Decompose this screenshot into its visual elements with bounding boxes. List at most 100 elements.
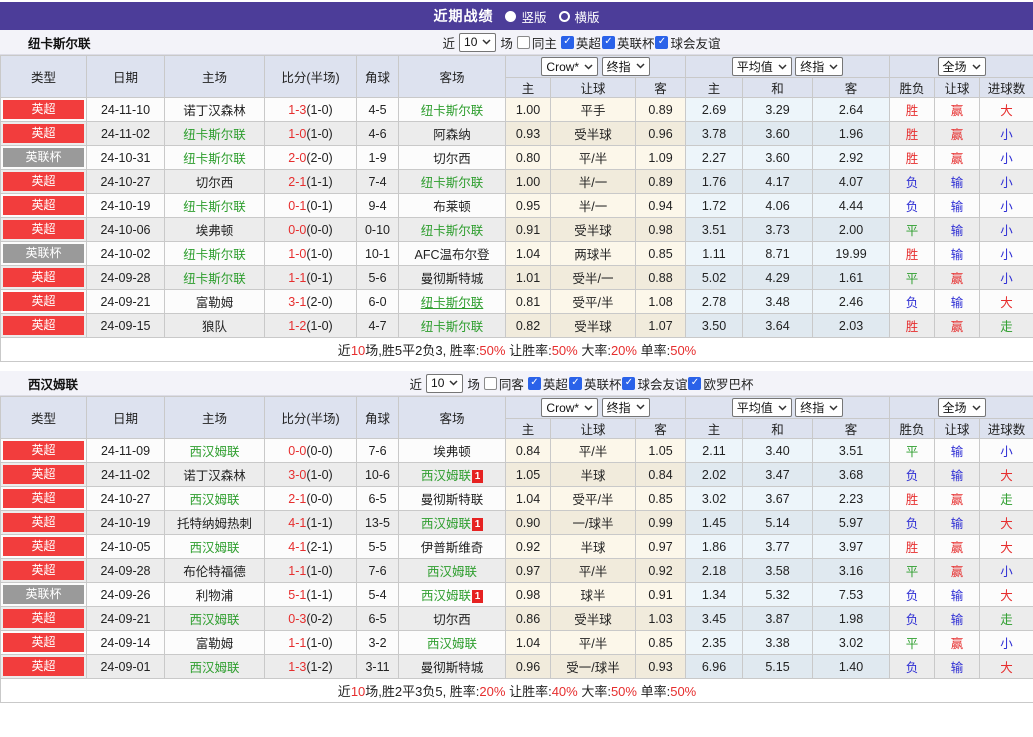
average-select[interactable]: 平均值	[731, 398, 792, 417]
score-cell: 3-1(2-0)	[264, 289, 357, 314]
competition-checkbox[interactable]: ✓ 球会友谊	[655, 33, 720, 52]
team-link[interactable]: 西汉姆联	[189, 541, 239, 555]
team-link[interactable]: 西汉姆联	[421, 589, 471, 603]
team-link[interactable]: 利物浦	[196, 589, 234, 603]
goals-result-cell: 小	[979, 630, 1033, 655]
competition-checkbox[interactable]: ✓ 英联杯	[568, 374, 621, 393]
handicap-result-cell: 赢	[934, 121, 981, 146]
halftime-score: (1-0)	[306, 467, 333, 482]
team-link[interactable]: 切尔西	[433, 152, 471, 166]
team-link[interactable]: 西汉姆联	[189, 661, 239, 675]
average-time-select[interactable]: 终指	[795, 398, 844, 417]
goals-result-cell: 大	[979, 462, 1033, 487]
odds-time-select[interactable]: 终指	[601, 56, 650, 76]
team-link[interactable]: 纽卡斯尔联	[421, 296, 484, 310]
same-venue-checkbox[interactable]: 同主	[516, 33, 557, 52]
team-link[interactable]: 西汉姆联	[189, 613, 239, 627]
team-link[interactable]: 布伦特福德	[183, 565, 246, 579]
layout-radio-vertical[interactable]: 竖版	[505, 7, 547, 26]
team-link[interactable]: 西汉姆联	[189, 445, 239, 459]
same-venue-checkbox[interactable]: 同客	[483, 374, 524, 393]
competition-checkbox[interactable]: ✓ 英超	[527, 374, 568, 393]
team-cell-content: 纽卡斯尔联	[421, 104, 484, 118]
team-link[interactable]: 切尔西	[433, 613, 471, 627]
team-link[interactable]: AFC温布尔登	[414, 248, 489, 262]
team-link[interactable]: 纽卡斯尔联	[421, 104, 484, 118]
league-badge: 英超	[3, 513, 84, 532]
odds-time-select-value: 终指	[606, 59, 631, 74]
odds-home-cell: 0.81	[505, 289, 551, 314]
team-link[interactable]: 曼彻斯特联	[421, 493, 484, 507]
odds-time-select[interactable]: 终指	[601, 397, 650, 417]
outcome-cell: 胜	[889, 145, 936, 170]
bookmaker-select[interactable]: Crow*	[541, 398, 599, 418]
team-link[interactable]: 诺丁汉森林	[183, 469, 246, 483]
summary-segment: 单率:	[636, 343, 671, 358]
match-scope-select[interactable]: 全场	[937, 398, 986, 417]
team-link[interactable]: 纽卡斯尔联	[183, 272, 246, 286]
team-link[interactable]: 曼彻斯特城	[421, 272, 484, 286]
match-count-select[interactable]: 10	[426, 373, 464, 393]
corner-cell: 7-4	[356, 169, 399, 194]
average-select[interactable]: 平均值	[731, 57, 792, 76]
team-link[interactable]: 纽卡斯尔联	[183, 128, 246, 142]
team-link[interactable]: 西汉姆联	[421, 517, 471, 531]
league-badge: 英超	[3, 292, 84, 311]
match-row: 英超 24-10-27 西汉姆联 2-1(0-0) 6-5 曼彻斯特联 1.04 受平/半 0.…	[0, 486, 1033, 511]
team-link[interactable]: 纽卡斯尔联	[183, 200, 246, 214]
odds-away-cell: 1.09	[635, 145, 686, 170]
team-link[interactable]: 曼彻斯特城	[421, 661, 484, 675]
section-team-name: 纽卡斯尔联	[28, 36, 91, 51]
team-link[interactable]: 纽卡斯尔联	[183, 248, 246, 262]
fulltime-score: 2-0	[288, 150, 307, 165]
team-link[interactable]: 西汉姆联	[427, 565, 477, 579]
home-team-cell: 纽卡斯尔联	[164, 265, 265, 290]
team-link[interactable]: 纽卡斯尔联	[421, 224, 484, 238]
odds-home-cell: 1.04	[505, 241, 551, 266]
handicap-result-cell: 赢	[934, 558, 981, 583]
team-link[interactable]: 富勒姆	[196, 637, 234, 651]
team-link[interactable]: 阿森纳	[433, 128, 471, 142]
team-link[interactable]: 狼队	[202, 320, 227, 334]
team-link[interactable]: 切尔西	[196, 176, 234, 190]
competition-checkbox[interactable]: ✓ 球会友谊	[622, 374, 687, 393]
match-count-select[interactable]: 10	[459, 32, 497, 52]
team-link[interactable]: 纽卡斯尔联	[421, 320, 484, 334]
team-link[interactable]: 富勒姆	[196, 296, 234, 310]
away-team-cell: 西汉姆联 1	[398, 510, 506, 535]
goals-result-cell: 大	[979, 510, 1033, 535]
team-link[interactable]: 布莱顿	[433, 200, 471, 214]
competition-checkbox[interactable]: ✓ 欧罗巴杯	[688, 374, 753, 393]
outcome-cell: 负	[889, 510, 936, 535]
fulltime-score: 5-1	[288, 587, 307, 602]
home-team-cell: 托特纳姆热刺	[164, 510, 265, 535]
fulltime-score: 1-1	[288, 270, 307, 285]
handicap-result-cell: 输	[934, 462, 981, 487]
team-link[interactable]: 埃弗顿	[433, 445, 471, 459]
fulltime-score: 3-1	[288, 294, 307, 309]
score-cell: 5-1(1-1)	[264, 582, 357, 607]
score-cell: 0-0(0-0)	[264, 217, 357, 242]
team-link[interactable]: 西汉姆联	[421, 469, 471, 483]
team-link[interactable]: 伊普斯维奇	[421, 541, 484, 555]
home-team-cell: 西汉姆联	[164, 438, 265, 463]
league-badge: 英超	[3, 316, 84, 335]
layout-radio-horizontal[interactable]: 横版	[558, 7, 600, 26]
bookmaker-select[interactable]: Crow*	[541, 57, 599, 77]
competition-checkbox[interactable]: ✓ 英联杯	[601, 33, 654, 52]
team-link[interactable]: 西汉姆联	[189, 493, 239, 507]
team-link[interactable]: 纽卡斯尔联	[183, 152, 246, 166]
team-link[interactable]: 西汉姆联	[427, 637, 477, 651]
match-scope-select[interactable]: 全场	[937, 57, 986, 76]
team-link[interactable]: 埃弗顿	[196, 224, 234, 238]
average-time-select[interactable]: 终指	[795, 57, 844, 76]
checkbox-unchecked-icon	[516, 35, 530, 49]
team-link[interactable]: 诺丁汉森林	[183, 104, 246, 118]
avg-home-cell: 3.45	[685, 606, 743, 631]
competition-checkbox[interactable]: ✓ 英超	[560, 33, 601, 52]
avg-home-cell: 1.45	[685, 510, 743, 535]
avg-away-cell: 3.16	[811, 558, 891, 583]
team-link[interactable]: 纽卡斯尔联	[421, 176, 484, 190]
team-link[interactable]: 托特纳姆热刺	[177, 517, 252, 531]
column-header-away: 客场	[398, 55, 506, 98]
